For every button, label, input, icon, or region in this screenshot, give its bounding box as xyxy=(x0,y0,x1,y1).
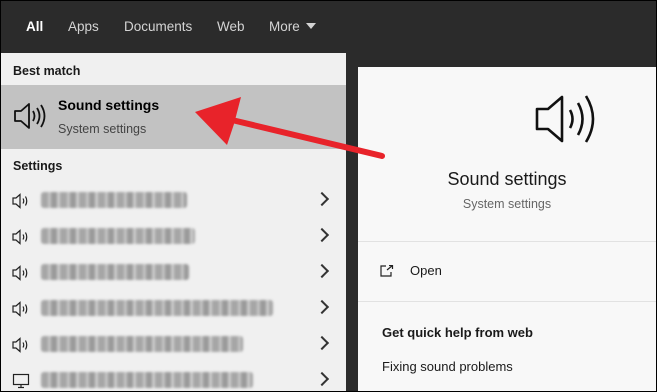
details-panel: Sound settings System settings Open Get … xyxy=(358,67,656,391)
speaker-icon xyxy=(12,265,28,281)
monitor-icon xyxy=(12,373,30,389)
blurred-result-label xyxy=(41,336,243,352)
tab-all[interactable]: All xyxy=(26,1,43,53)
blurred-result-label xyxy=(41,192,187,208)
tab-more[interactable]: More xyxy=(269,1,316,53)
open-action[interactable]: Open xyxy=(410,263,442,278)
speaker-icon xyxy=(535,95,595,143)
blurred-result-label xyxy=(41,300,273,316)
details-hero: Sound settings System settings xyxy=(358,67,656,242)
chevron-down-icon xyxy=(305,23,316,29)
divider xyxy=(358,301,656,302)
list-item[interactable] xyxy=(1,327,346,361)
search-filter-bar: All Apps Documents Web More xyxy=(1,1,656,53)
chevron-right-icon xyxy=(314,371,330,387)
speaker-icon xyxy=(12,229,28,245)
blurred-result-label xyxy=(41,264,189,280)
best-match-item[interactable]: Sound settings System settings xyxy=(1,85,346,149)
tab-apps[interactable]: Apps xyxy=(68,1,99,53)
chevron-right-icon xyxy=(314,263,330,279)
best-match-subtitle: System settings xyxy=(58,122,147,136)
best-match-header: Best match xyxy=(13,64,81,78)
tab-more-label: More xyxy=(269,19,300,34)
search-window: All Apps Documents Web More Best match S… xyxy=(0,0,657,392)
tab-documents[interactable]: Documents xyxy=(124,1,192,53)
details-subtitle: System settings xyxy=(462,197,552,211)
chevron-right-icon xyxy=(314,335,330,351)
list-item[interactable] xyxy=(1,363,346,391)
list-item[interactable] xyxy=(1,183,346,217)
results-panel: Best match Sound settings System setting… xyxy=(1,53,346,391)
speaker-icon xyxy=(12,337,28,353)
list-item[interactable] xyxy=(1,255,346,289)
chevron-right-icon xyxy=(314,299,330,315)
quick-help-header: Get quick help from web xyxy=(382,325,533,340)
open-icon xyxy=(380,265,394,277)
blurred-result-label xyxy=(41,372,253,388)
quick-help-link[interactable]: Fixing sound problems xyxy=(382,359,513,374)
list-item[interactable] xyxy=(1,219,346,253)
settings-header: Settings xyxy=(13,159,63,173)
best-match-title: Sound settings xyxy=(58,97,160,113)
chevron-right-icon xyxy=(314,227,330,243)
blurred-result-label xyxy=(41,228,195,244)
tab-web[interactable]: Web xyxy=(217,1,245,53)
speaker-icon xyxy=(12,301,28,317)
speaker-icon xyxy=(12,193,28,209)
list-item[interactable] xyxy=(1,291,346,325)
details-title: Sound settings xyxy=(447,169,567,189)
chevron-right-icon xyxy=(314,191,330,207)
speaker-icon xyxy=(14,103,46,129)
